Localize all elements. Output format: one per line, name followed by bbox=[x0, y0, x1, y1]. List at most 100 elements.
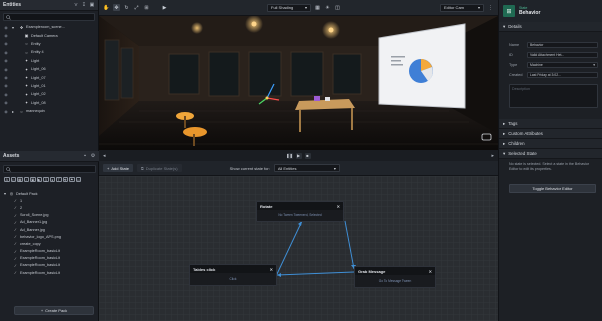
tree-item-light[interactable]: ◉ ✦ Light bbox=[0, 57, 98, 65]
duplicate-state-button[interactable]: ⧉ Duplicate State(s) bbox=[136, 164, 182, 172]
stop-icon[interactable]: ■ bbox=[304, 152, 311, 159]
state-node-grab-message[interactable]: Grab Message ✕ Go To Message Tween bbox=[354, 266, 436, 288]
shading-select[interactable]: Full Shading ▾ bbox=[267, 3, 311, 12]
name-input[interactable]: Behavior bbox=[527, 41, 598, 49]
tree-item-light-01[interactable]: ◉ ✦ Light_01 bbox=[0, 82, 98, 90]
tree-item-entity-4[interactable]: ◉ ○ Entity 4 bbox=[0, 48, 98, 56]
play-button-icon[interactable]: ▶ bbox=[295, 152, 302, 159]
entities-search-input[interactable] bbox=[3, 13, 95, 21]
asset-item[interactable]: ⁄ 1 bbox=[0, 197, 99, 204]
hand-tool-icon[interactable]: ✋ bbox=[103, 4, 110, 11]
lighting-icon[interactable]: ☀ bbox=[324, 4, 331, 11]
custom-attributes-section-header[interactable]: ▸ Custom Attributes bbox=[499, 129, 602, 139]
assets-search-input[interactable] bbox=[3, 165, 96, 173]
entities-header: Entities ⋎ ↧ ▣ bbox=[0, 0, 98, 11]
asset-item[interactable]: ⁄ 2 bbox=[0, 204, 99, 211]
sort-icon[interactable]: ↧ bbox=[81, 2, 87, 8]
play-icon[interactable]: ▶ bbox=[161, 4, 168, 11]
filter-icon[interactable]: ⋎ bbox=[73, 2, 79, 8]
toggle-behavior-editor-button[interactable]: Toggle Behavior Editor bbox=[509, 184, 596, 193]
asset-item[interactable]: ⁄ ExampleRoom_basicLit bbox=[0, 248, 99, 255]
tree-item-scene[interactable]: ◉ ▾ ❖ Exampleroom_scene... bbox=[0, 23, 98, 31]
asset-item[interactable]: ⁄ behavior_logo_APS.png bbox=[0, 233, 99, 240]
visibility-icon[interactable]: ◉ bbox=[0, 73, 12, 81]
tree-item-light-06[interactable]: ◉ ✦ Light_06 bbox=[0, 65, 98, 73]
tree-item-camera[interactable]: ◉ ▣ Default Camera bbox=[0, 31, 98, 39]
model-filter-icon[interactable]: ◇ bbox=[10, 176, 16, 183]
visibility-icon[interactable]: ◉ bbox=[0, 99, 12, 107]
script-filter-icon[interactable]: {} bbox=[43, 176, 49, 183]
visibility-icon[interactable]: ◉ bbox=[0, 90, 12, 98]
add-icon[interactable]: ▣ bbox=[89, 2, 95, 8]
asset-pack-default[interactable]: ▾ ◎ Default Pack bbox=[0, 190, 99, 197]
collapse-left-icon[interactable]: ◂ bbox=[103, 153, 106, 159]
prefab-filter-icon[interactable]: ❖ bbox=[62, 176, 68, 183]
video-filter-icon[interactable]: ▶ bbox=[36, 176, 42, 183]
selected-state-section-header[interactable]: ▾ Selected State bbox=[499, 149, 602, 159]
collapse-right-icon[interactable]: ▸ bbox=[491, 153, 494, 159]
image-filter-icon[interactable]: ▣ bbox=[30, 176, 36, 183]
asset-item[interactable]: ⁄ Scroll_Scene.jpg bbox=[0, 212, 99, 219]
material-filter-icon[interactable]: ● bbox=[49, 176, 55, 183]
transition-line bbox=[276, 271, 355, 276]
state-node-tables-click[interactable]: Tables click ✕ Click bbox=[189, 264, 277, 286]
add-state-button[interactable]: + Add State bbox=[103, 164, 133, 172]
node-menu-icon[interactable]: ✕ bbox=[429, 269, 432, 274]
visibility-icon[interactable]: ◉ bbox=[0, 23, 12, 31]
expand-icon[interactable]: ▾ bbox=[12, 25, 19, 30]
pause-icon[interactable]: ❚❚ bbox=[286, 152, 293, 159]
id-input[interactable]: Valid Attachment Het... bbox=[527, 51, 598, 59]
more-icon[interactable]: ⋮ bbox=[487, 4, 494, 11]
upload-icon[interactable]: ▪ bbox=[82, 153, 88, 159]
file-icon: ⁄ bbox=[15, 219, 16, 225]
rotate-tool-icon[interactable]: ↻ bbox=[123, 4, 130, 11]
asset-item[interactable]: ⁄ create_copy bbox=[0, 240, 99, 247]
move-tool-icon[interactable]: ✥ bbox=[113, 4, 120, 11]
behavior-graph[interactable]: Rotate ✕ No Tween Tweenerd, Selected Tab… bbox=[99, 176, 498, 321]
node-menu-icon[interactable]: ✕ bbox=[270, 267, 273, 272]
tree-item-light-02[interactable]: ◉ ✦ Light_02 bbox=[0, 90, 98, 98]
grid-icon[interactable]: ▦ bbox=[314, 4, 321, 11]
tree-item-light-07[interactable]: ◉ ✦ Light_07 bbox=[0, 73, 98, 81]
settings-icon[interactable]: ⚙ bbox=[90, 153, 96, 159]
texture-filter-icon[interactable]: ▦ bbox=[17, 176, 23, 183]
gizmo-icon[interactable]: ◫ bbox=[334, 4, 341, 11]
visibility-icon[interactable]: ◉ bbox=[0, 40, 12, 48]
state-node-rotate[interactable]: Rotate ✕ No Tween Tweenerd, Selected bbox=[256, 201, 344, 222]
asset-item[interactable]: ⁄ ExampleRoom_basicLit bbox=[0, 262, 99, 269]
visibility-icon[interactable]: ◉ bbox=[0, 65, 12, 73]
tree-item-light-08[interactable]: ◉ ✦ Light_08 bbox=[0, 99, 98, 107]
tree-item-entity[interactable]: ◉ ○ Entity bbox=[0, 40, 98, 48]
node-header: Rotate ✕ bbox=[257, 202, 343, 210]
details-section-header[interactable]: ▾ Details bbox=[499, 22, 602, 32]
scene-viewport[interactable] bbox=[99, 16, 498, 150]
asset-item[interactable]: ⁄ Ad_Banner.jpg bbox=[0, 226, 99, 233]
visibility-icon[interactable]: ◉ bbox=[0, 57, 12, 65]
visibility-icon[interactable]: ◉ bbox=[0, 82, 12, 90]
scale-tool-icon[interactable]: ⤢ bbox=[133, 4, 140, 11]
tree-item-mannequin[interactable]: ◉ ▸ ○ mannequin bbox=[0, 107, 98, 115]
children-section-header[interactable]: ▸ Children bbox=[499, 139, 602, 149]
expand-icon[interactable]: ▸ bbox=[12, 109, 19, 114]
visibility-icon[interactable]: ◉ bbox=[0, 48, 12, 56]
visibility-icon[interactable]: ◉ bbox=[0, 107, 12, 115]
tags-section-header[interactable]: ▸ Tags bbox=[499, 119, 602, 129]
camera-select[interactable]: Editor Cam ▾ bbox=[440, 3, 484, 12]
description-textarea[interactable]: Description bbox=[509, 84, 598, 108]
all-assets-icon[interactable]: A bbox=[4, 176, 10, 183]
asset-item[interactable]: ⁄ ExampleRoom_basicLit bbox=[0, 269, 99, 276]
behavior-filter-icon[interactable]: ⚑ bbox=[69, 176, 75, 183]
create-pack-button[interactable]: + Create Pack bbox=[14, 306, 94, 315]
folder-filter-icon[interactable]: ▭ bbox=[75, 176, 81, 183]
entity-select[interactable]: All Entities ▾ bbox=[273, 164, 340, 172]
visibility-icon[interactable]: ◉ bbox=[0, 31, 12, 39]
node-menu-icon[interactable]: ✕ bbox=[337, 204, 340, 209]
snap-icon[interactable]: ⊞ bbox=[143, 4, 150, 11]
asset-filter-toolbar: A ◇ ▦ ♪ ▣ ▶ {} ● T ❖ ⚑ ▭ bbox=[0, 175, 99, 184]
asset-item[interactable]: ⁄ ExampleRoom_basicLit bbox=[0, 255, 99, 262]
type-select[interactable]: Machine ▾ bbox=[527, 61, 598, 69]
audio-filter-icon[interactable]: ♪ bbox=[23, 176, 29, 183]
font-filter-icon[interactable]: T bbox=[56, 176, 62, 183]
asset-item[interactable]: ⁄ Ad_Banner1.jpg bbox=[0, 219, 99, 226]
copy-icon: ⧉ bbox=[140, 165, 144, 171]
